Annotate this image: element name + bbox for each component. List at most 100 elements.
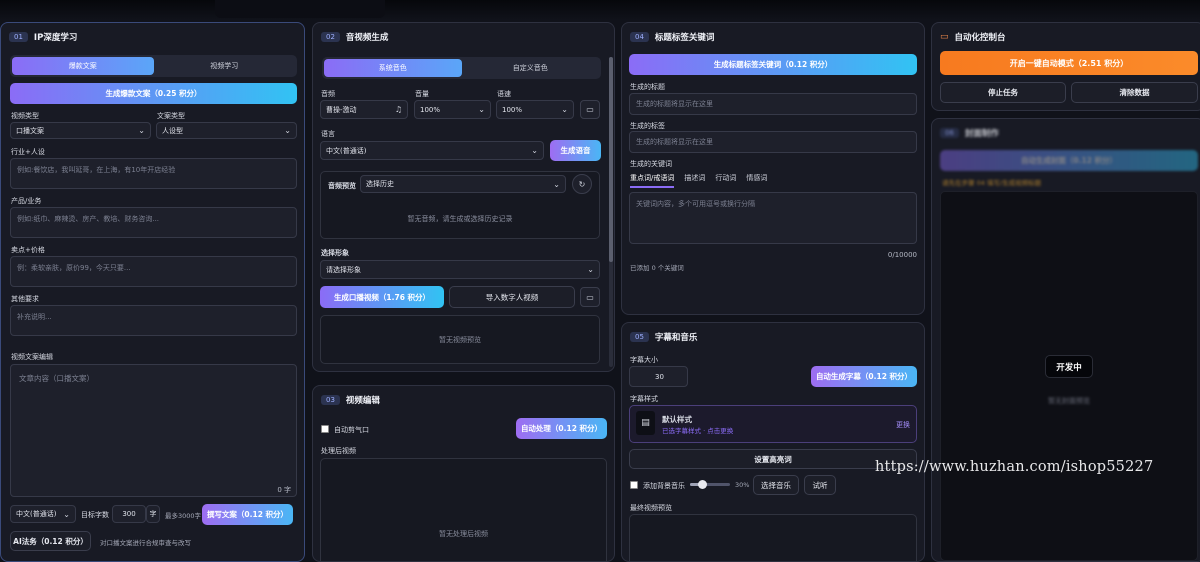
language-select[interactable]: 中文(普通话) ⌄	[320, 141, 544, 160]
slider-handle[interactable]	[698, 480, 707, 489]
bgm-label: 添加背景音乐	[643, 482, 685, 490]
panel-title: 封面制作	[964, 129, 999, 139]
change-style-link[interactable]: 更换	[896, 420, 910, 430]
timbre-value: 曹操-激动	[326, 105, 357, 114]
target-count-input[interactable]: 300	[112, 505, 146, 523]
stop-task-button[interactable]: 停止任务	[940, 82, 1066, 103]
auto-process-button[interactable]: 自动处理（0.12 积分）	[516, 418, 607, 439]
language-select[interactable]: 中文(普通话) ⌄	[10, 505, 76, 523]
one-click-auto-button[interactable]: 开启一键自动模式（2.51 积分）	[940, 51, 1198, 75]
tab-action-words[interactable]: 行动词	[715, 173, 736, 188]
generate-video-button[interactable]: 生成口播视频（1.76 积分）	[320, 286, 444, 308]
cover-note: 请先在步骤 04 填写/生成视频标题	[942, 179, 1042, 187]
video-type-select[interactable]: 口播文案 ⌄	[10, 122, 151, 139]
avatar-select[interactable]: 请选择形象 ⌄	[320, 260, 600, 279]
ai-legal-button[interactable]: AI法务（0.12 积分）	[10, 531, 91, 551]
tab-system-voice[interactable]: 系统音色	[324, 59, 462, 77]
tab-key-words[interactable]: 重点词/戒语词	[630, 173, 675, 188]
generate-title-tags-button[interactable]: 生成标题标签关键词（0.12 积分）	[629, 54, 917, 75]
script-editor[interactable]: 文章内容（口播文案）	[10, 364, 297, 497]
audio-empty-text: 暂无音频，请生成或选择历史记录	[407, 215, 513, 223]
copy-type-value: 人设型	[162, 126, 183, 135]
tab-viral-copy[interactable]: 爆款文案	[12, 57, 154, 75]
auto-cover-button[interactable]: 自动生成封面（0.12 积分）	[940, 150, 1198, 171]
speed-select[interactable]: 100% ⌄	[496, 100, 574, 119]
generated-title-label: 生成的标题	[630, 83, 665, 91]
clear-data-button[interactable]: 清除数据	[1071, 82, 1198, 103]
listen-button[interactable]: 试听	[804, 475, 836, 495]
import-digital-human-button[interactable]: 导入数字人视频	[449, 286, 575, 308]
film-icon: ▤	[636, 411, 655, 435]
video-empty-text: 暂无视频预览	[439, 336, 481, 344]
keywords-textarea[interactable]: 关键词内容，多个可用逗号或换行分隔	[629, 192, 917, 244]
auto-subtitle-button[interactable]: 自动生成字幕（0.12 积分）	[811, 366, 917, 387]
industry-placeholder: 例如:餐饮店，我叫延哥，在上海，有10年开店经验	[17, 166, 176, 174]
chevron-down-icon: ⌄	[531, 146, 538, 155]
chevron-down-icon: ⌄	[284, 126, 291, 135]
tab-descriptive-words[interactable]: 描述词	[684, 173, 705, 188]
generate-copy-button[interactable]: 生成爆款文案（0.25 积分）	[10, 83, 297, 104]
editor-label: 视频文案编辑	[11, 353, 53, 361]
speed-label: 语速	[497, 90, 511, 98]
auto-cut-checkbox[interactable]	[321, 425, 329, 433]
tab-emotion-words[interactable]: 情感词	[746, 173, 767, 188]
set-highlight-button[interactable]: 设置高亮词	[629, 449, 917, 469]
cover-content-blurred: 06 封面制作 自动生成封面（0.12 积分） 请先在步骤 04 填写/生成视频标…	[932, 119, 1200, 199]
speed-value: 100%	[502, 105, 523, 114]
choose-music-button[interactable]: 选择音乐	[753, 475, 799, 495]
panel-ip-learning: 01 IP深度学习 爆款文案 视频学习 生成爆款文案（0.25 积分） 视频类型 …	[0, 22, 305, 562]
product-textarea[interactable]: 例如:纸巾、麻辣烫、房产、教培、财务咨询...	[10, 207, 297, 238]
voice-history-button[interactable]: ▭	[580, 100, 600, 119]
step-number: 02	[321, 32, 340, 42]
camera-icon: ▭	[940, 32, 949, 42]
other-textarea[interactable]: 补充说明...	[10, 305, 297, 336]
step-number: 01	[9, 32, 28, 42]
bgm-volume-slider[interactable]	[690, 480, 730, 489]
processed-video-box	[320, 458, 607, 561]
industry-label: 行业+人设	[11, 148, 45, 156]
panel-automation-console: ▭ 自动化控制台 开启一键自动模式（2.51 积分） 停止任务 清除数据	[931, 22, 1200, 111]
scrollbar-thumb[interactable]	[609, 57, 613, 262]
copy-type-select[interactable]: 人设型 ⌄	[156, 122, 297, 139]
title-placeholder: 生成的标题将显示在这里	[636, 100, 713, 108]
keyword-tabs: 重点词/戒语词 描述词 行动词 情感词	[630, 173, 767, 188]
subtitle-size-input[interactable]: 30	[629, 366, 688, 387]
panel-header: 03 视频编辑	[321, 393, 380, 407]
history-select[interactable]: 选择历史 ⌄	[360, 175, 566, 193]
selling-textarea[interactable]: 例：柔软亲肤，原价99，今天只要...	[10, 256, 297, 287]
music-note-icon: ♫	[394, 105, 402, 114]
editor-placeholder: 文章内容（口播文案）	[19, 374, 94, 383]
rewrite-copy-button[interactable]: 撰写文案（0.12 积分）	[202, 504, 293, 525]
refresh-button[interactable]: ↻	[572, 174, 592, 194]
video-type-value: 口播文案	[16, 126, 44, 135]
step-number: 06	[940, 128, 959, 138]
tab-custom-voice[interactable]: 自定义音色	[462, 59, 600, 77]
editor-char-count: 0 字	[277, 486, 291, 494]
panel-title: 标题标签关键词	[654, 33, 715, 43]
generated-title-field[interactable]: 生成的标题将显示在这里	[629, 93, 917, 115]
selling-label: 卖点+价格	[11, 246, 45, 254]
step-number: 03	[321, 395, 340, 405]
timbre-label: 音频	[321, 90, 335, 98]
tab-video-learning[interactable]: 视频学习	[154, 57, 296, 75]
video-history-button[interactable]: ▭	[580, 287, 600, 307]
language-value: 中文(普通话)	[326, 146, 367, 155]
generated-tags-field[interactable]: 生成的标题将显示在这里	[629, 131, 917, 153]
generate-voice-button[interactable]: 生成语音	[550, 140, 601, 161]
refresh-icon: ↻	[578, 179, 586, 189]
panel-title: 字幕和音乐	[654, 333, 698, 343]
tags-placeholder: 生成的标题将显示在这里	[636, 138, 713, 146]
generated-keywords-label: 生成的关键词	[630, 160, 672, 168]
voice-tabs: 系统音色 自定义音色	[322, 57, 601, 79]
generated-tags-label: 生成的标签	[630, 122, 665, 130]
volume-select[interactable]: 100% ⌄	[414, 100, 491, 119]
in-development-badge: 开发中	[1045, 355, 1093, 378]
bgm-checkbox[interactable]	[630, 481, 638, 489]
industry-textarea[interactable]: 例如:餐饮店，我叫延哥，在上海，有10年开店经验	[10, 158, 297, 189]
target-count-value: 300	[122, 510, 136, 518]
panel-title: 自动化控制台	[954, 33, 1006, 43]
timbre-select[interactable]: 曹操-激动 ♫	[320, 100, 408, 119]
folder-icon: ▭	[586, 105, 594, 114]
avatar-label: 选择形象	[321, 249, 349, 257]
subtitle-size-value: 30	[655, 372, 664, 381]
